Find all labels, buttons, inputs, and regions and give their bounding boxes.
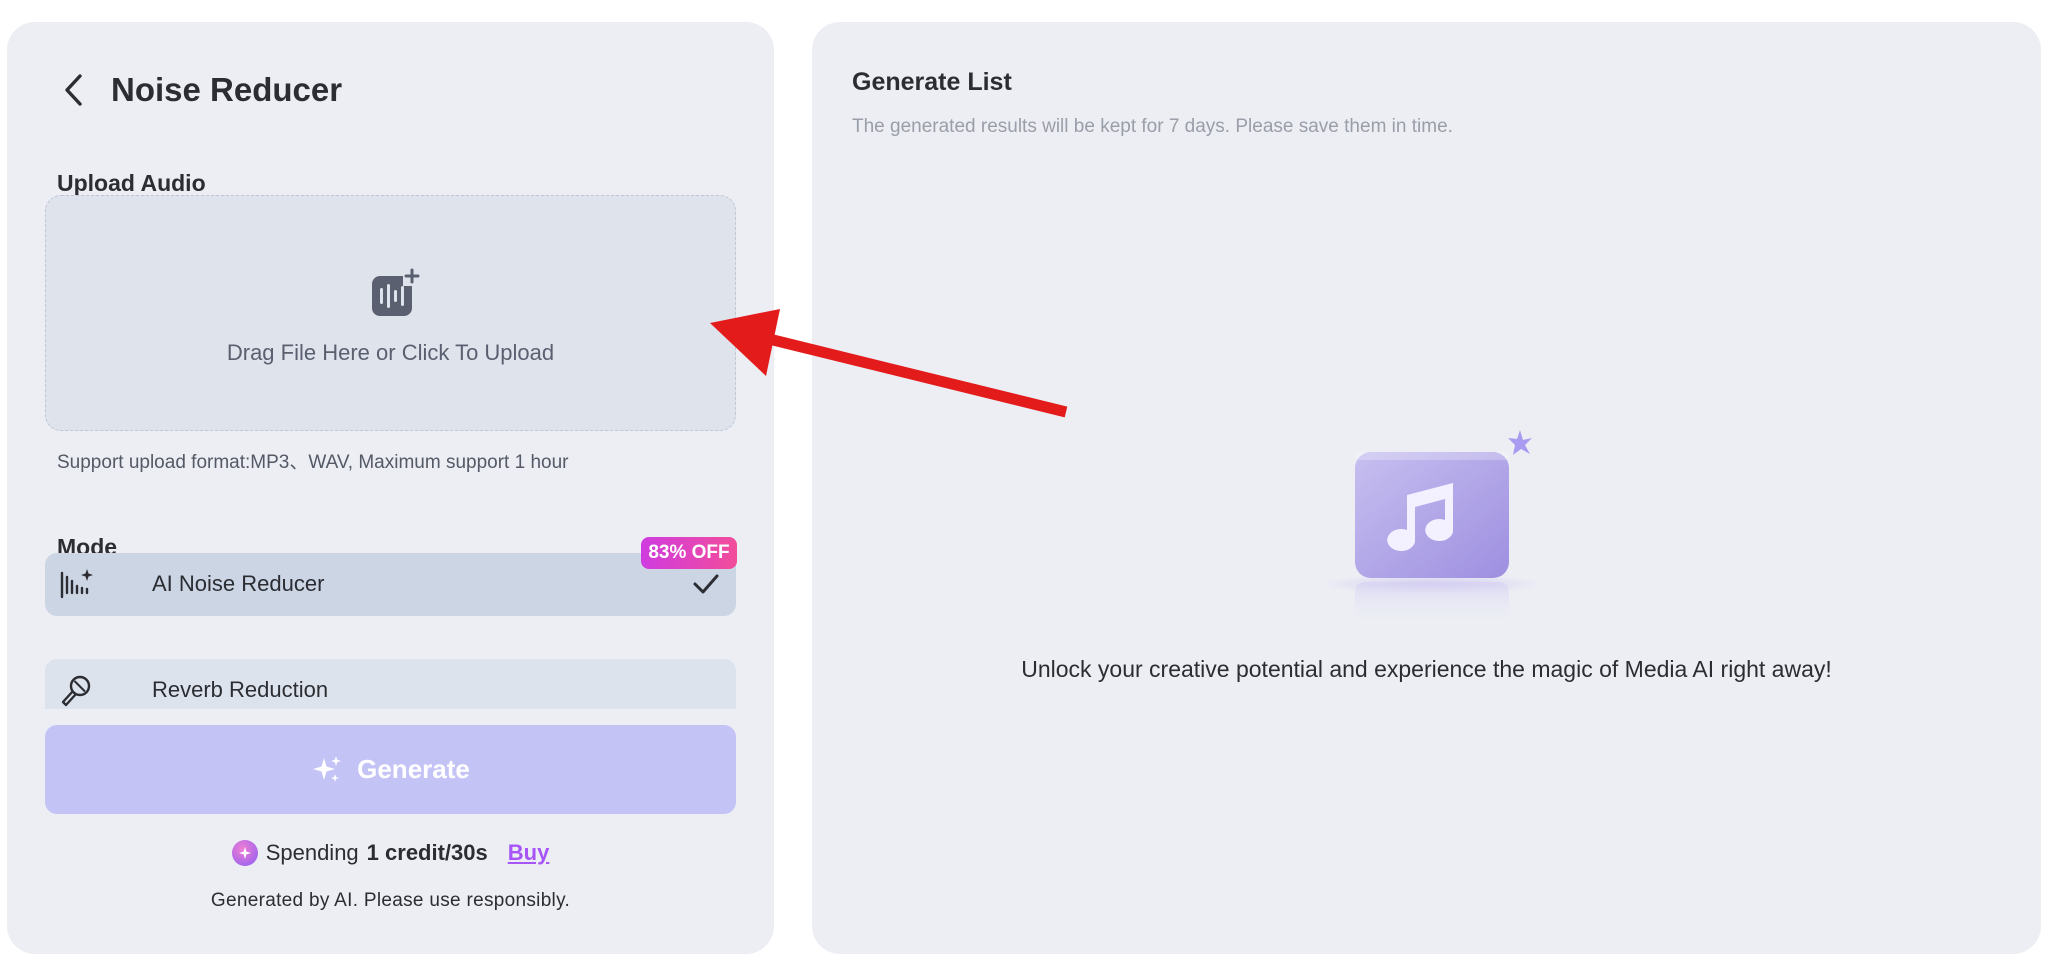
generate-list-title: Generate List (852, 68, 1012, 96)
mode-option-reverb-reduction[interactable]: Reverb Reduction (45, 659, 736, 709)
sparkle-icon (313, 755, 342, 782)
audio-upload-icon (372, 268, 421, 316)
credit-prefix: Spending (265, 840, 359, 865)
mode-option-label: Reverb Reduction (152, 677, 329, 702)
credit-amount: 1 credit/30s (366, 840, 488, 865)
upload-dropzone[interactable]: Drag File Here or Click To Upload (45, 195, 736, 431)
back-button[interactable] (59, 70, 89, 110)
upload-instructions: Drag File Here or Click To Upload (226, 340, 555, 365)
chevron-left-icon (65, 74, 82, 106)
noise-reducer-panel: Noise Reducer Upload Audio Drag File Her… (7, 22, 774, 954)
mode-option-ai-noise-reducer[interactable]: AI Noise Reducer (45, 553, 736, 616)
ai-disclaimer: Generated by AI. Please use responsibly. (210, 890, 571, 911)
mode-option-label: AI Noise Reducer (152, 571, 325, 596)
mode-list-scroll: Reverb Reduction (45, 659, 736, 709)
empty-state-message: Unlock your creative potential and exper… (1021, 656, 1832, 682)
buy-link[interactable]: Buy (508, 840, 550, 866)
generate-label: Generate (357, 754, 470, 784)
panel-header: Noise Reducer (59, 70, 342, 110)
music-note-icon (1320, 430, 1544, 626)
discount-badge: 83% OFF (641, 537, 737, 569)
generate-button[interactable]: Generate (45, 725, 736, 814)
checkmark-icon (693, 574, 719, 594)
generate-list-panel: Generate List The generated results will… (812, 22, 2041, 954)
page-title: Noise Reducer (111, 71, 343, 108)
waveform-sparkle-icon (60, 569, 93, 599)
credit-coin-icon (231, 840, 258, 866)
upload-audio-label: Upload Audio (57, 170, 206, 196)
credit-cost-row: Spending 1 credit/30s Buy (7, 840, 774, 866)
format-note: Support upload format:MP3、WAV, Maximum s… (57, 452, 569, 473)
microphone-icon (61, 675, 91, 707)
retention-note: The generated results will be kept for 7… (852, 116, 1453, 137)
